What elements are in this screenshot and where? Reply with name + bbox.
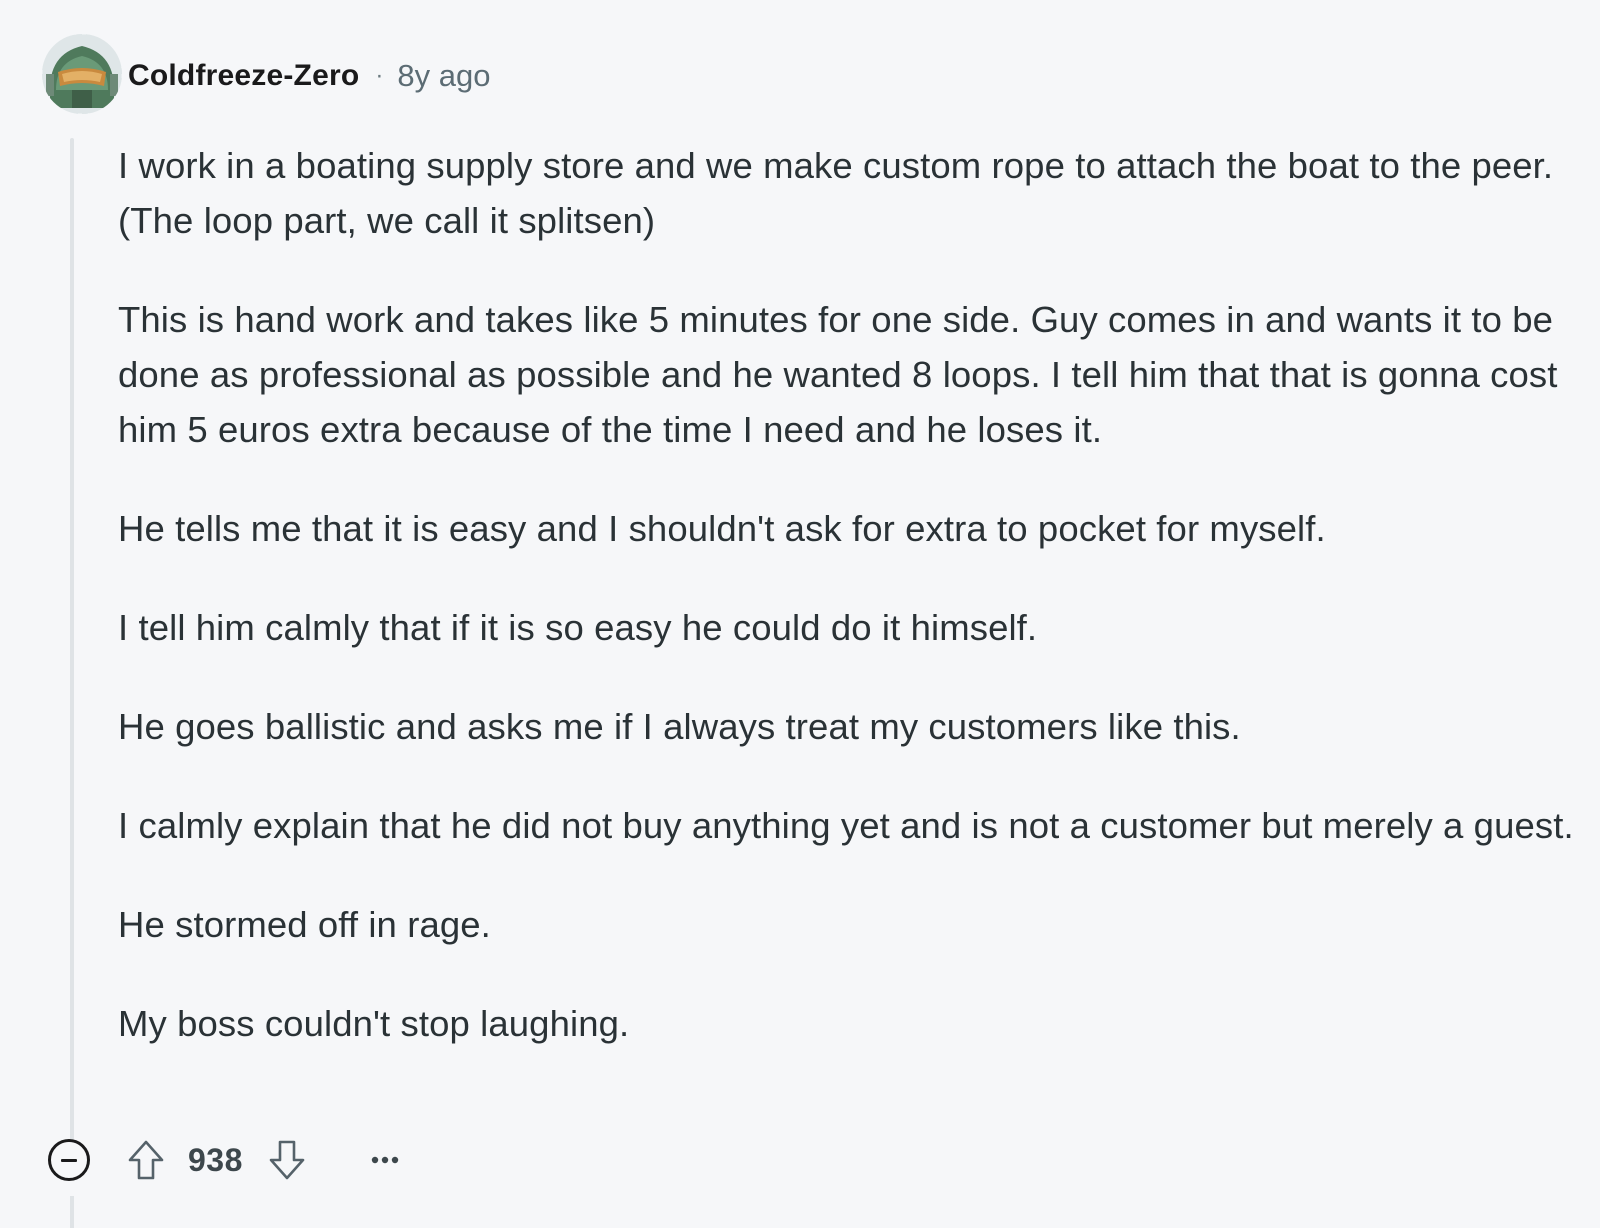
comment-paragraph: He stormed off in rage.	[118, 904, 491, 945]
vote-score: 938	[188, 1141, 243, 1178]
thread-line-continuation[interactable]	[70, 1196, 74, 1228]
thread-line[interactable]	[70, 138, 74, 1158]
collapse-minus-icon	[61, 1158, 77, 1162]
username-link[interactable]: Coldfreeze-Zero	[128, 59, 359, 93]
arrow-down-icon	[269, 1140, 305, 1180]
more-options-icon	[371, 1156, 399, 1164]
comment-body: I work in a boating supply store and we …	[118, 138, 1578, 1095]
comment-paragraph: I calmly explain that he did not buy any…	[118, 805, 1574, 846]
meta-separator: ·	[375, 62, 384, 89]
comment-age: 8y ago	[397, 58, 491, 93]
comment-paragraph: My boss couldn't stop laughing.	[118, 1003, 630, 1044]
collapse-button[interactable]	[48, 1139, 90, 1181]
comment: Coldfreeze-Zero · 8y ago I work in a boa…	[0, 0, 1600, 1228]
comment-paragraph: This is hand work and takes like 5 minut…	[118, 299, 1558, 450]
comment-actions: 938	[48, 1136, 409, 1184]
comment-paragraph: I tell him calmly that if it is so easy …	[118, 607, 1038, 648]
comment-paragraph: I work in a boating supply store and we …	[118, 145, 1554, 241]
avatar[interactable]	[42, 34, 122, 114]
more-options-button[interactable]	[361, 1136, 409, 1184]
helmet-avatar-icon	[42, 34, 122, 114]
upvote-button[interactable]	[124, 1136, 168, 1184]
downvote-button[interactable]	[265, 1136, 309, 1184]
comment-paragraph: He tells me that it is easy and I should…	[118, 508, 1326, 549]
comment-paragraph: He goes ballistic and asks me if I alway…	[118, 706, 1241, 747]
arrow-up-icon	[128, 1140, 164, 1180]
comment-meta: Coldfreeze-Zero · 8y ago	[128, 56, 490, 96]
